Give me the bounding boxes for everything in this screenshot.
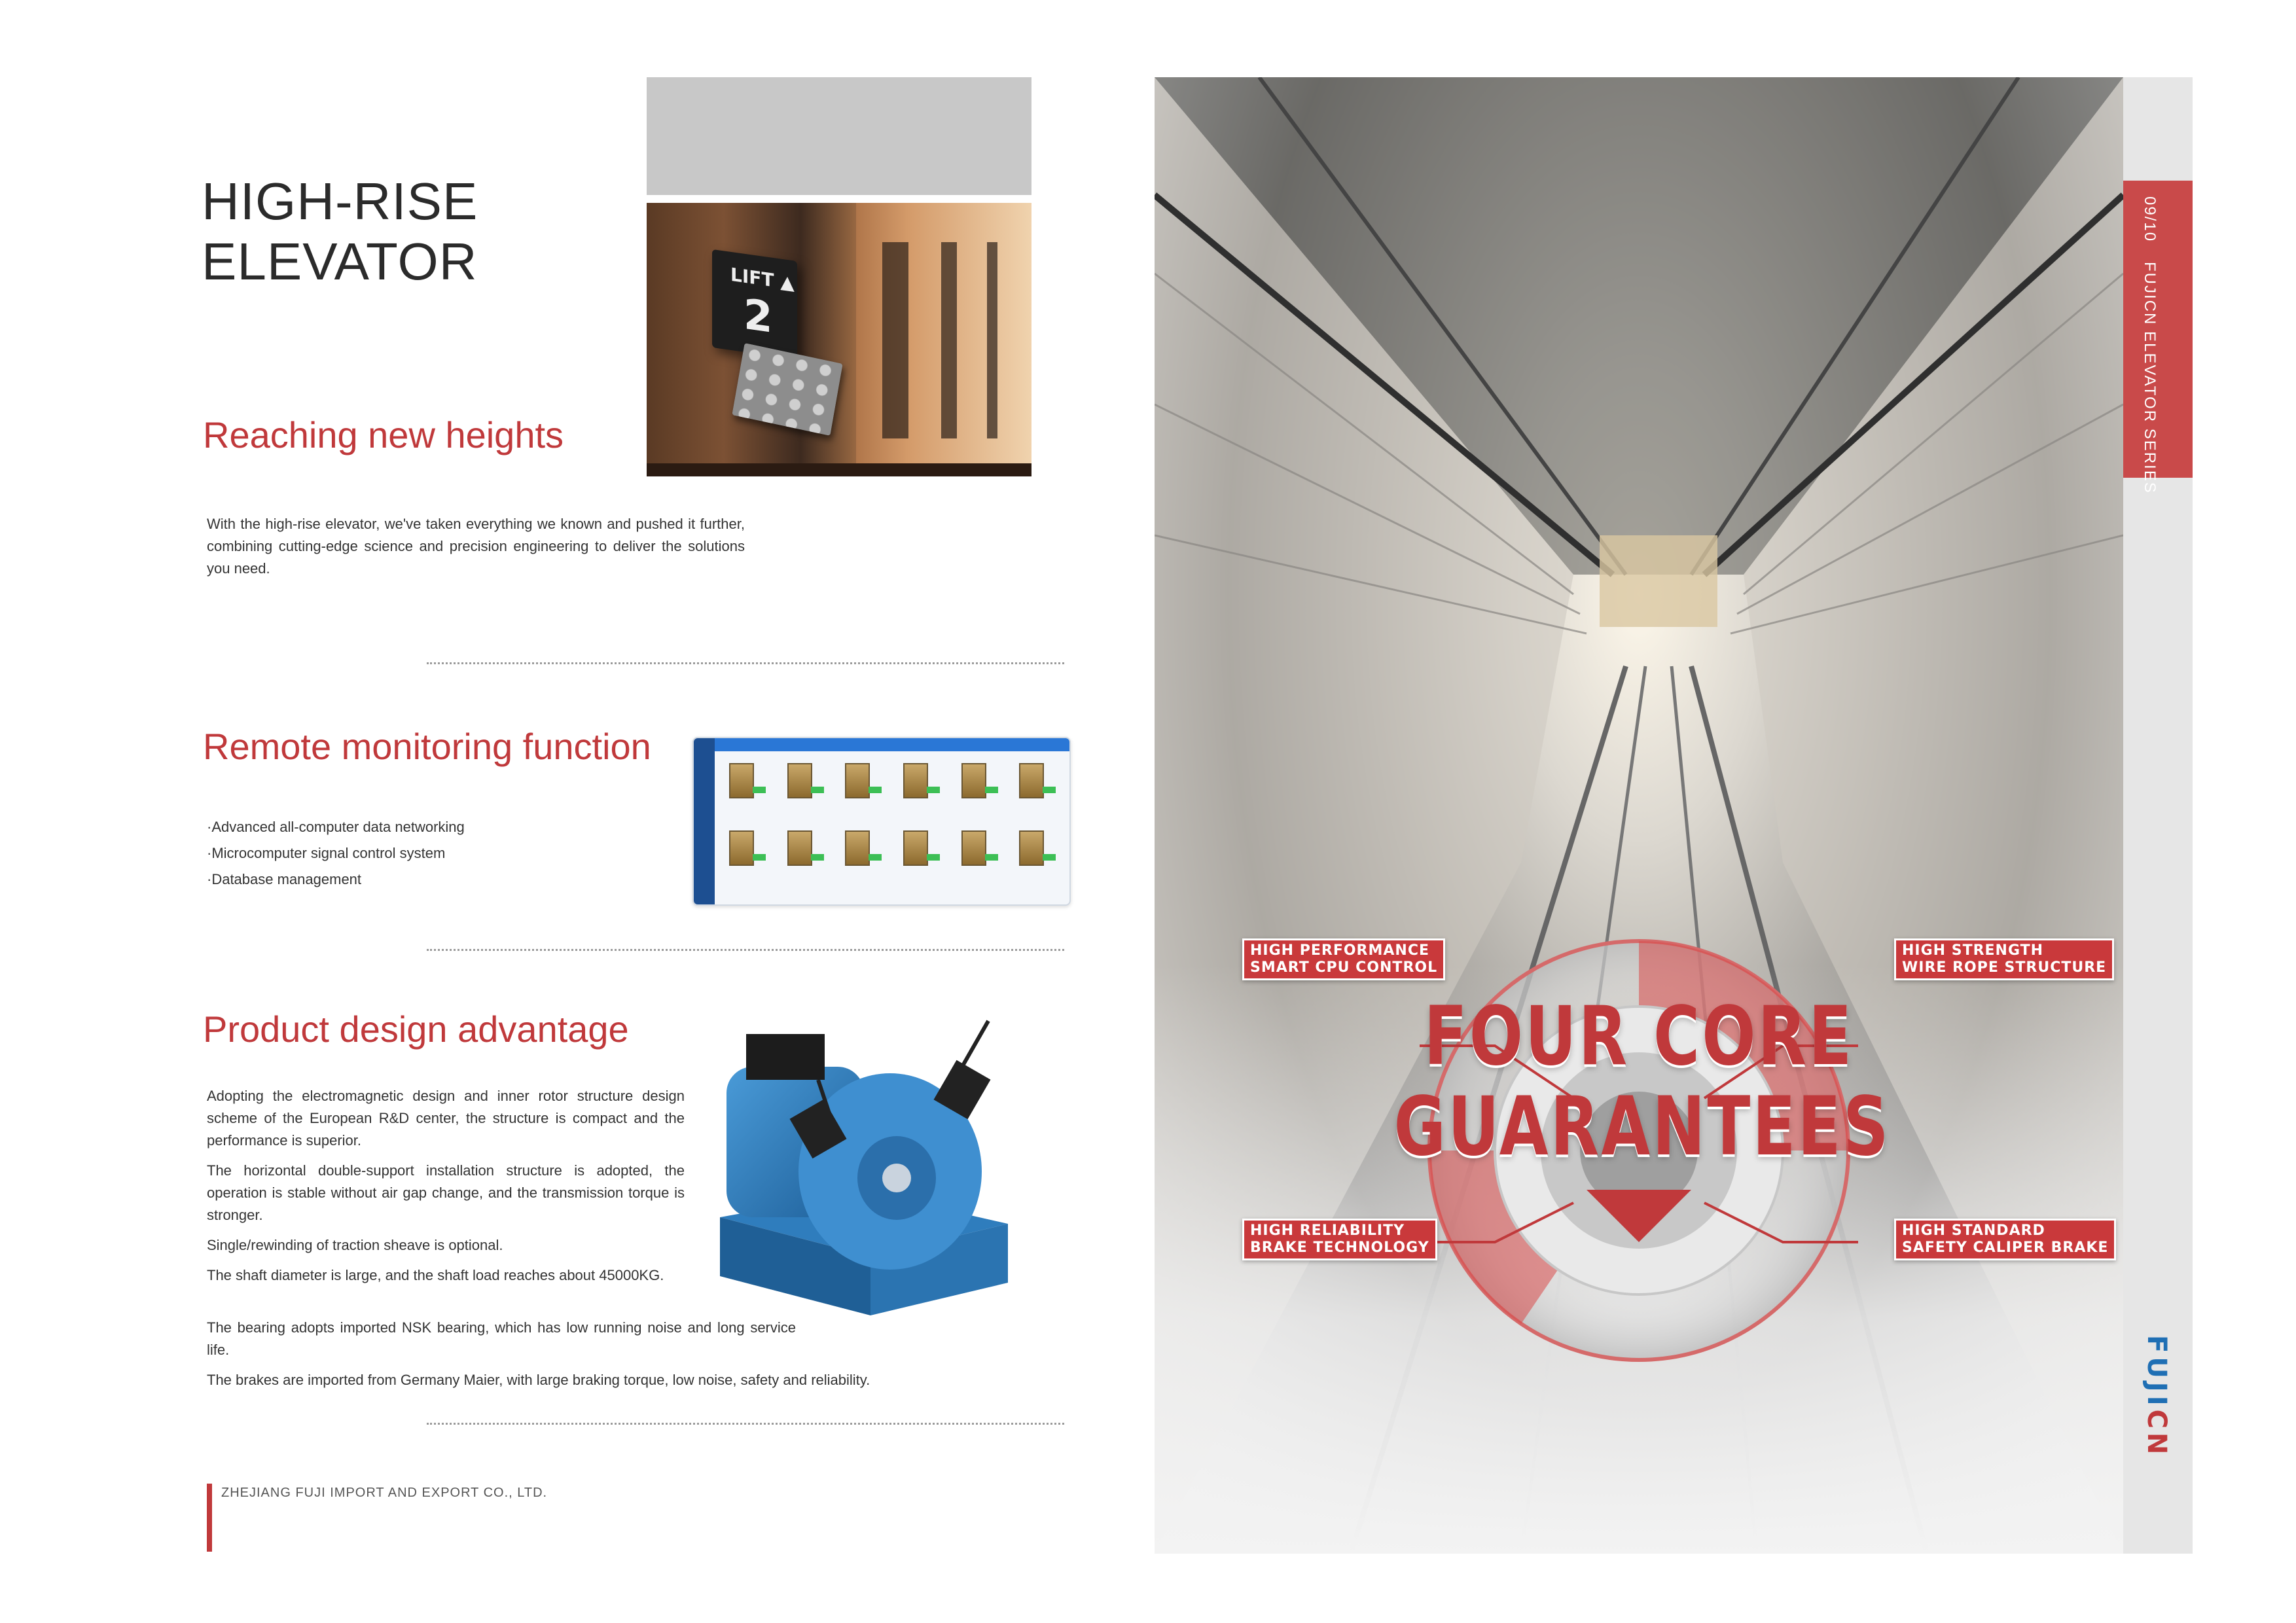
divider — [427, 1423, 1064, 1425]
company-name: ZHEJIANG FUJI IMPORT AND EXPORT CO., LTD… — [221, 1486, 548, 1500]
divider — [427, 949, 1064, 951]
headline-line-1: FOUR CORE — [1424, 990, 1854, 1084]
remote-monitoring-screenshot — [692, 737, 1071, 906]
grey-header-block — [647, 77, 1031, 195]
section-text-reaching: With the high-rise elevator, we've taken… — [207, 516, 745, 577]
label-brake-technology: HIGH RELIABILITY BRAKE TECHNOLOGY — [1242, 1219, 1437, 1260]
page-title: HIGH-RISE ELEVATOR — [202, 171, 478, 292]
section-heading-design: Product design advantage — [203, 1008, 629, 1050]
page-number: 09/10 — [2141, 196, 2159, 243]
monitoring-bullet-list: ·Advanced all-computer data networking ·… — [207, 814, 600, 893]
bullet-database: ·Database management — [207, 871, 362, 887]
brand-main: FUJI — [2142, 1335, 2172, 1410]
design-paragraph: Adopting the electromagnetic design and … — [207, 1088, 685, 1149]
label-cpu-control: HIGH PERFORMANCE SMART CPU CONTROL — [1242, 938, 1446, 980]
design-paragraph: The horizontal double-support installati… — [207, 1162, 685, 1223]
section-heading-reaching: Reaching new heights — [203, 414, 564, 455]
bullet-networking: ·Advanced all-computer data networking — [207, 819, 465, 835]
title-line-2: ELEVATOR — [202, 232, 478, 291]
company-accent-bar — [207, 1484, 212, 1552]
target-rings-graphic — [1420, 939, 1858, 1362]
lift-label: LIFT ▲ — [730, 263, 795, 294]
brand-logo: FUJICN — [2142, 1335, 2172, 1458]
design-paragraph: The brakes are imported from Germany Mai… — [207, 1372, 870, 1388]
label-wire-rope: HIGH STRENGTH WIRE ROPE STRUCTURE — [1894, 938, 2115, 980]
design-paragraph: The shaft diameter is large, and the sha… — [207, 1267, 664, 1283]
section-heading-monitoring: Remote monitoring function — [203, 726, 651, 767]
lift-floor-number: 2 — [744, 290, 773, 343]
divider — [427, 662, 1064, 664]
series-label: FUJICN ELEVATOR SERIES — [2141, 262, 2159, 494]
lift-keypad — [732, 343, 843, 436]
headline-line-2: GUARANTEES — [1393, 1080, 1891, 1174]
label-safety-caliper: HIGH STANDARD SAFETY CALIPER BRAKE — [1894, 1219, 2117, 1260]
bullet-signal-control: ·Microcomputer signal control system — [207, 845, 446, 861]
design-paragraphs: Adopting the electromagnetic design and … — [207, 1085, 685, 1294]
title-line-1: HIGH-RISE — [202, 172, 478, 230]
design-paragraph: Single/rewinding of traction sheave is o… — [207, 1237, 503, 1253]
traction-machine-image — [720, 1020, 1008, 1315]
brand-accent: CN — [2142, 1409, 2172, 1459]
elevator-shaft-photo: FOUR CORE GUARANTEES HIGH PERFORMANCE SM… — [1155, 77, 2123, 1554]
lift-panel-photo: LIFT ▲ 2 — [647, 203, 1031, 476]
lift-display-panel: LIFT ▲ 2 — [712, 249, 797, 360]
